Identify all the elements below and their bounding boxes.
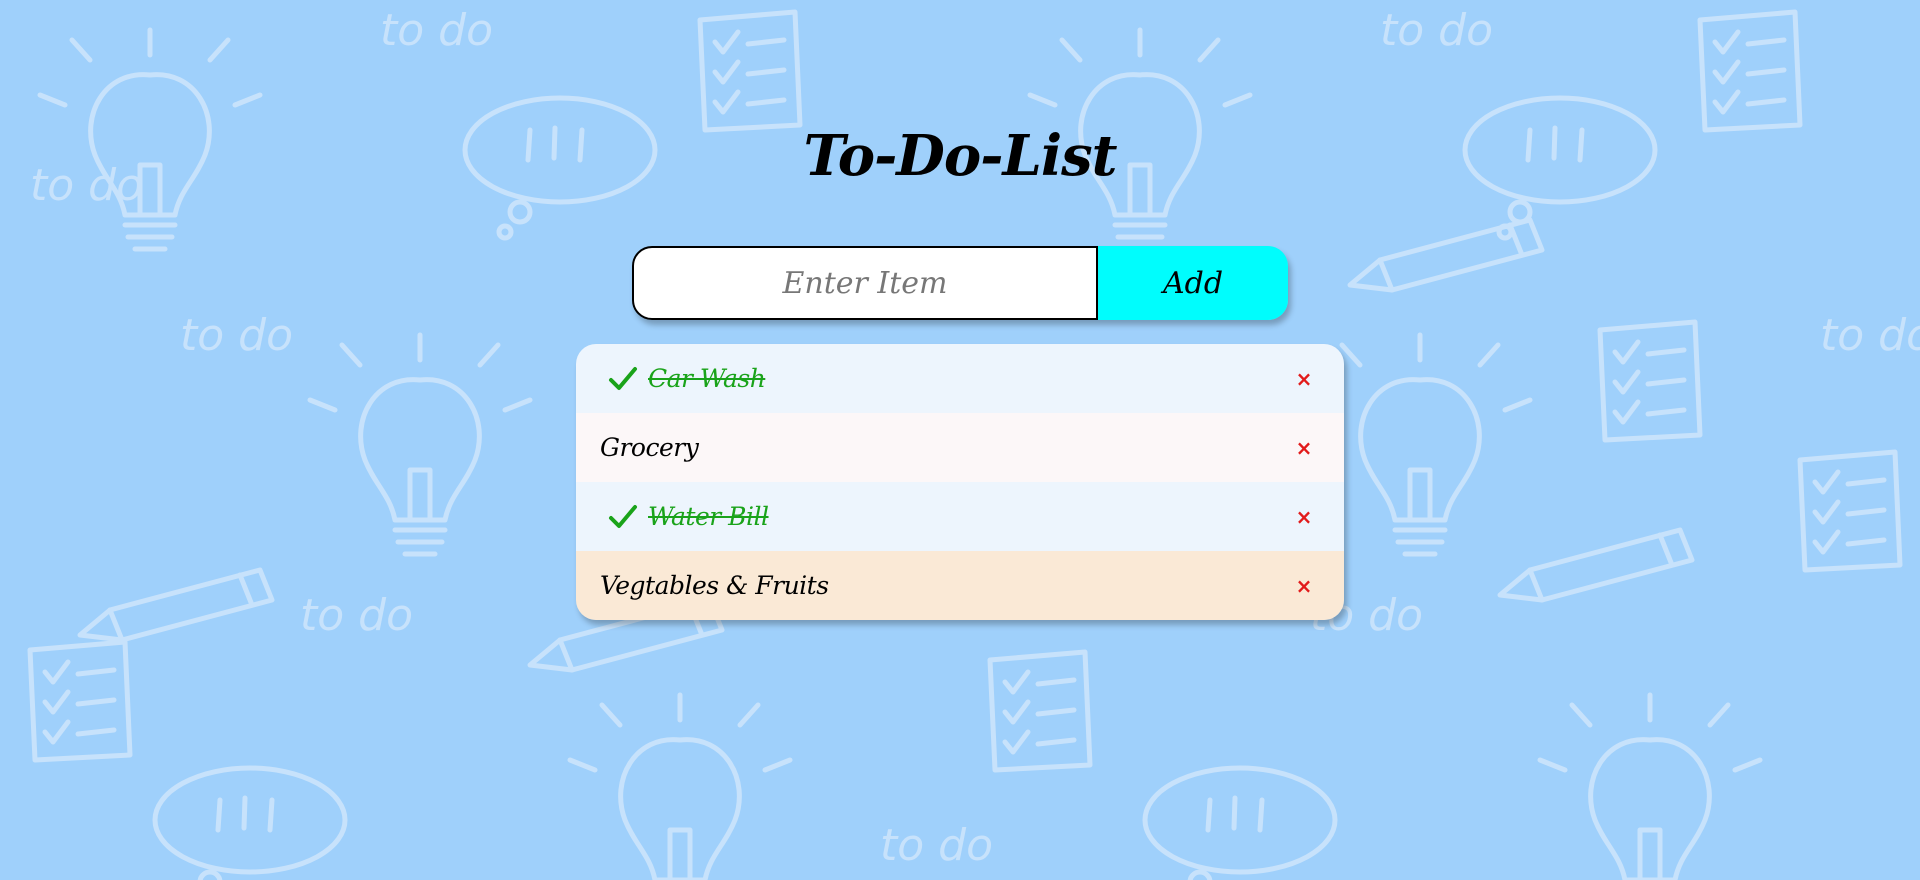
- close-icon[interactable]: ×: [1292, 574, 1316, 598]
- todo-item[interactable]: Vegtables & Fruits ×: [576, 551, 1344, 620]
- checkmark-icon: [609, 504, 637, 528]
- close-icon[interactable]: ×: [1292, 505, 1316, 529]
- todo-app: To-Do-List Add Car Wash×Grocery×Water Bi…: [0, 0, 1920, 880]
- add-item-form: Add: [632, 246, 1288, 320]
- add-button[interactable]: Add: [1098, 246, 1288, 320]
- todo-item[interactable]: Grocery ×: [576, 413, 1344, 482]
- close-icon[interactable]: ×: [1292, 367, 1316, 391]
- todo-item[interactable]: Water Bill ×: [576, 482, 1344, 551]
- todo-list: Car Wash × Grocery × Water Bill × Vegtables & …: [576, 344, 1344, 620]
- page-title: To-Do-List: [803, 123, 1117, 189]
- item-input[interactable]: [632, 246, 1098, 320]
- checkmark-icon: [609, 366, 637, 390]
- todo-item[interactable]: Car Wash ×: [576, 344, 1344, 413]
- todo-item-label: Car Wash: [648, 364, 766, 393]
- todo-item-label: Vegtables & Fruits: [600, 571, 829, 600]
- todo-item-label: Grocery: [600, 433, 699, 462]
- close-icon[interactable]: ×: [1292, 436, 1316, 460]
- todo-item-label: Water Bill: [648, 502, 769, 531]
